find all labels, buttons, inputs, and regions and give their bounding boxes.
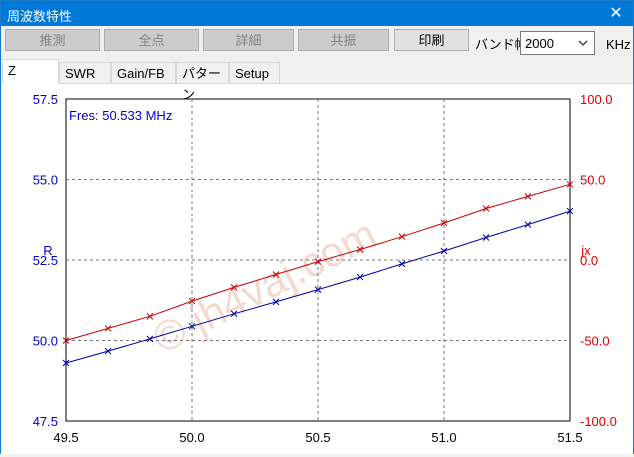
resistance-point (146, 335, 154, 343)
x-tick-label: 50.5 (305, 430, 330, 445)
right-tick-label: -100.0 (580, 414, 617, 429)
close-icon: ✕ (609, 5, 623, 22)
title-bar: 周波数特性 ✕ (1, 1, 633, 26)
details-button[interactable]: 詳細 (203, 29, 294, 51)
print-button[interactable]: 印刷 (394, 29, 469, 51)
tab-z[interactable]: Z (2, 59, 59, 84)
right-tick-label: 100.0 (580, 92, 613, 107)
x-tick-label: 51.0 (431, 430, 456, 445)
tab-setup[interactable]: Setup (229, 62, 280, 83)
right-axis-label: jx (580, 243, 591, 258)
resistance-point (398, 260, 406, 268)
right-tick-label: -50.0 (580, 334, 610, 349)
left-tick-label: 55.0 (33, 173, 58, 188)
x-tick-label: 51.5 (557, 430, 582, 445)
bandwidth-select[interactable]: 2000 (520, 31, 595, 55)
all-points-button[interactable]: 全点 (104, 29, 199, 51)
resistance-point (440, 247, 448, 255)
estimate-button[interactable]: 推測 (5, 29, 100, 51)
resistance-point (482, 234, 490, 241)
impedance-chart: © jh4vaj.com 49.5 50.0 50.5 51.0 51.5 47.5 50.0… (33, 92, 617, 445)
resistance-point (524, 221, 532, 228)
tab-pattern[interactable]: パターン (176, 62, 229, 102)
reactance-point (524, 193, 532, 200)
chevron-down-icon (577, 34, 589, 55)
bandwidth-unit: KHz (606, 37, 631, 52)
chart-panel: © jh4vaj.com 49.5 50.0 50.5 51.0 51.5 47.5 50.0… (1, 83, 633, 454)
resonance-button[interactable]: 共振 (298, 29, 389, 51)
left-tick-label: 47.5 (33, 414, 58, 429)
resonance-annotation: Fres: 50.533 MHz (69, 108, 172, 123)
left-tick-label: 50.0 (33, 334, 58, 349)
x-tick-label: 50.0 (179, 430, 204, 445)
tab-swr[interactable]: SWR (59, 62, 111, 83)
resistance-point (104, 347, 112, 355)
bandwidth-value: 2000 (525, 36, 554, 51)
tab-gain-fb[interactable]: Gain/FB (111, 62, 176, 83)
right-tick-label: 50.0 (580, 173, 605, 188)
resistance-point (356, 273, 364, 281)
watermark-text: © jh4vaj.com (145, 210, 383, 362)
close-button[interactable]: ✕ (599, 1, 633, 26)
reactance-point (482, 205, 490, 212)
left-axis-label: R (43, 243, 52, 258)
x-tick-label: 49.5 (53, 430, 78, 445)
reactance-point (398, 233, 406, 241)
window-title: 周波数特性 (7, 9, 73, 24)
app-window: 周波数特性 ✕ 推測 全点 詳細 共振 印刷 バンド幅 2000 KHz © j… (0, 0, 634, 454)
reactance-point (104, 325, 112, 332)
left-tick-label: 57.5 (33, 92, 58, 107)
